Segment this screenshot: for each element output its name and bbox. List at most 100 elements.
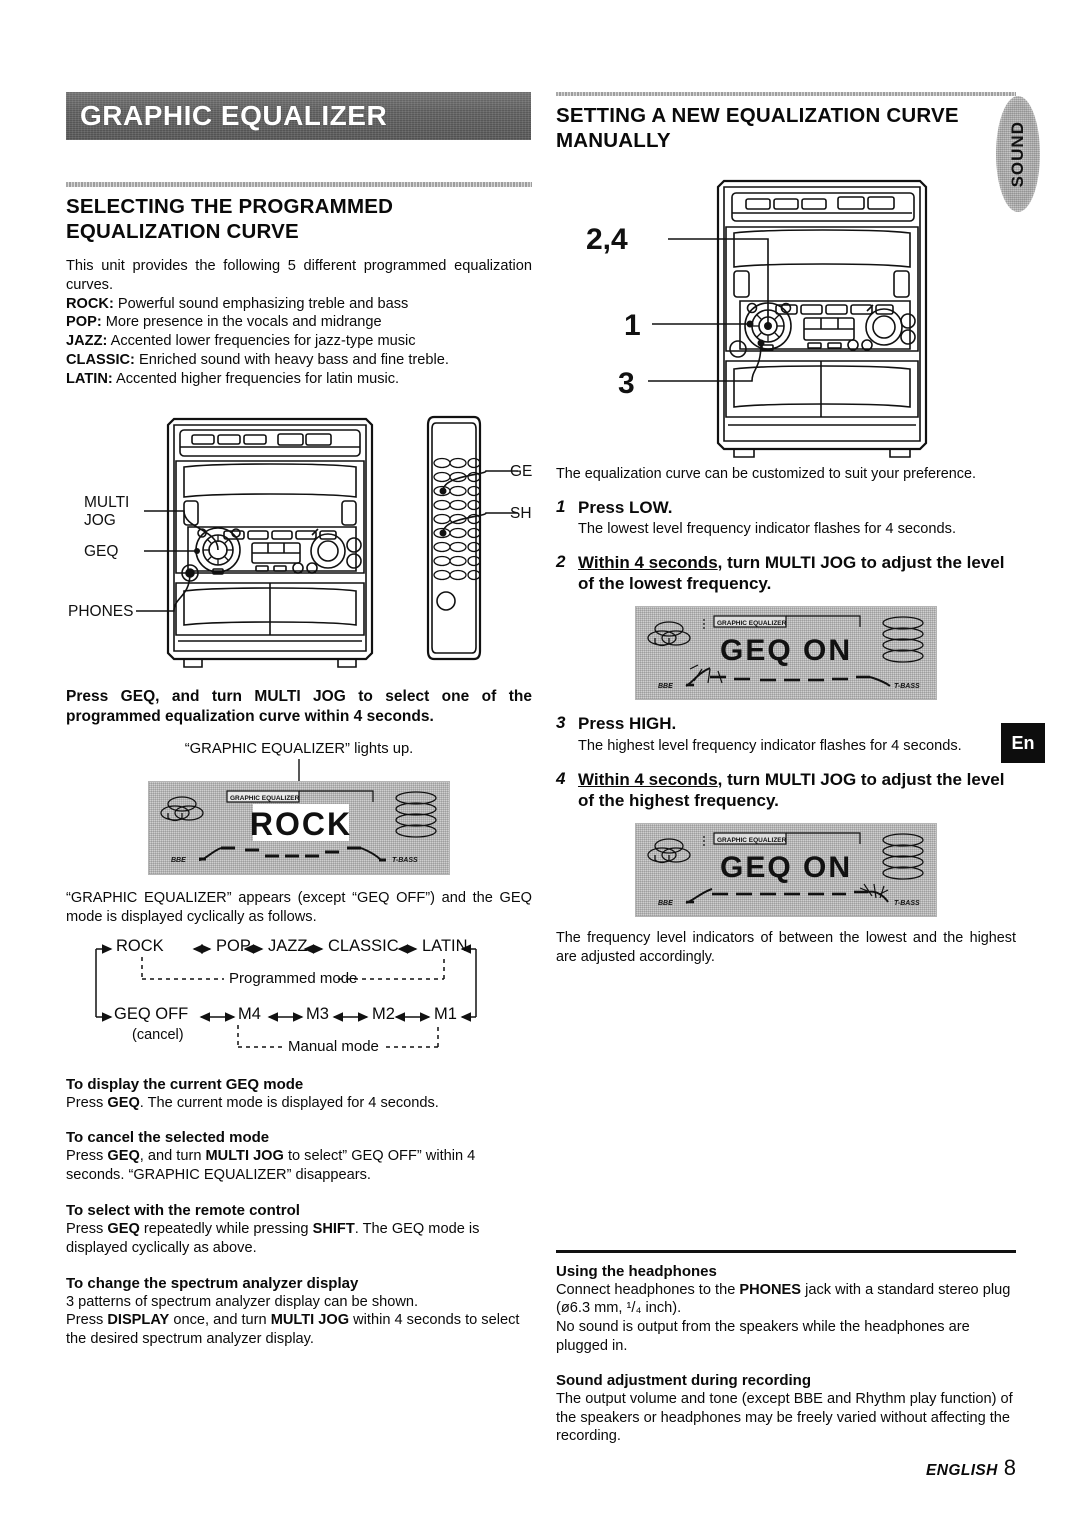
lcd-geq-on-high-group: GRAPHIC EQUALIZER GEQ ON BBE T-BASS: [556, 823, 1016, 918]
subsection-body-line: Press GEQ repeatedly while pressing SHIF…: [66, 1220, 532, 1258]
subsection-body-text: repeatedly while pressing: [139, 1221, 313, 1238]
curve-name: LATIN:: [66, 370, 113, 387]
unit-steps-svg: 2,4 1 3: [586, 179, 928, 458]
note-body: The output volume and tone (except BBE a…: [556, 1390, 1016, 1446]
note-body: Connect headphones to the PHONES jack wi…: [556, 1281, 1016, 1356]
left-column: GRAPHIC EQUALIZER SELECTING THE PROGRAMM…: [66, 92, 555, 1349]
subsection-body-text: Press: [66, 1094, 108, 1111]
subsection-heading: To change the spectrum analyzer display: [66, 1274, 359, 1292]
label-multi: MULTI: [84, 494, 129, 511]
step-4-heading: Within 4 seconds, turn MULTI JOG to adju…: [578, 769, 1016, 812]
lcd-geq-on-low-group: GRAPHIC EQUALIZER GEQ ON BBE T-BASS: [556, 606, 1016, 701]
lcd-panel-geq-on-low: GRAPHIC EQUALIZER GEQ ON BBE T-BASS: [635, 606, 937, 701]
subsection-body-emphasis: MULTI JOG: [270, 1312, 350, 1329]
cycle-cancel-note: (cancel): [132, 1026, 184, 1043]
right-section-heading-text: SETTING A NEW EQUALIZATION CURVE MANUALL…: [556, 104, 959, 152]
step-4-heading-underlined: Within 4 seconds: [578, 769, 718, 789]
lcd-rock-group: “GRAPHIC EQUALIZER” lights up. GRAPHIC E…: [66, 741, 532, 875]
step-3-heading: Press HIGH.: [578, 714, 677, 734]
subsection-body-emphasis: DISPLAY: [107, 1312, 170, 1329]
label-remote-shift: SHIFT: [510, 505, 532, 522]
subsection-heading: To cancel the selected mode: [66, 1129, 270, 1147]
lcd-caption: “GRAPHIC EQUALIZER” lights up.: [184, 740, 414, 757]
cycle-mode-m3: M3: [306, 1004, 329, 1023]
lcd-rock-svg: GRAPHIC EQUALIZER ROCK BBE T-BASS: [160, 790, 437, 864]
step-3-body: The highest level frequency indicator fl…: [578, 737, 962, 754]
note-heading: Using the headphones: [556, 1262, 717, 1280]
cycle-mode-latin: LATIN: [422, 936, 468, 955]
right-after-lcd-paragraph: The frequency level indicators of betwee…: [556, 930, 1016, 965]
subsection-body-text: , and turn: [139, 1148, 206, 1165]
callout-2-4: 2,4: [586, 223, 628, 256]
cycle-mode-jazz: JAZZ: [268, 936, 308, 955]
cycle-mode-geq-off: GEQ OFF: [114, 1004, 189, 1023]
step-2-number: 2: [556, 551, 566, 571]
curve-item: POP: More presence in the vocals and mid…: [66, 313, 532, 332]
curve-item: LATIN: Accented higher frequencies for l…: [66, 370, 532, 389]
step-2-heading-underlined: Within 4 seconds: [578, 552, 718, 572]
left-section-heading: SELECTING THE PROGRAMMED EQUALIZATION CU…: [66, 194, 532, 244]
curve-name: JAZZ:: [66, 333, 108, 350]
notes-divider: [556, 1250, 1016, 1253]
cycle-mode-m1: M1: [434, 1004, 457, 1023]
subsection-body-emphasis: SHIFT: [312, 1221, 355, 1238]
geq-mode-cycle-diagram: ROCK POP JAZZ CLASSIC LATIN GEQ OFF M4 M3 M2 M1 Pr…: [66, 931, 532, 1059]
label-remote-geq: GEQ: [510, 463, 532, 480]
lcd-left-mark-2: BBE: [658, 683, 673, 690]
step-1-number: 1: [556, 496, 566, 516]
unit-and-remote-illustration: GEQ SHIFT MULTI JOG GEQ PHONES: [66, 401, 555, 673]
subsection-body-text: Press: [66, 1312, 108, 1329]
lcd-geq-on-low-svg: GRAPHIC EQUALIZER GEQ ON BBE T-BASS: [647, 615, 924, 690]
right-section-divider-rule: [556, 92, 1016, 96]
curve-description: Accented lower frequencies for jazz-type…: [107, 333, 416, 350]
curve-item: JAZZ: Accented lower frequencies for jaz…: [66, 332, 532, 351]
note-line: No sound is output from the speakers whi…: [556, 1318, 1016, 1356]
subsection-body-text: . The current mode is displayed for 4 se…: [139, 1094, 439, 1111]
subsection-heading: To display the current GEQ mode: [66, 1075, 304, 1093]
left-bold-instruction: Press GEQ, and turn MULTI JOG to select …: [66, 687, 532, 725]
note-heading: Sound adjustment during recording: [556, 1371, 811, 1389]
cycle-mode-m4: M4: [238, 1004, 261, 1023]
step-1: 1 Press LOW. The lowest level frequency …: [556, 497, 1016, 539]
note-text: Connect headphones to the: [556, 1281, 740, 1298]
curve-description: Powerful sound emphasizing treble and ba…: [113, 295, 409, 312]
section-divider-rule: [66, 182, 532, 187]
subsection-body-line: Press DISPLAY once, and turn MULTI JOG w…: [66, 1311, 532, 1349]
callout-1: 1: [624, 309, 641, 342]
note-emphasis: PHONES: [739, 1281, 802, 1298]
curve-item: ROCK: Powerful sound emphasizing treble …: [66, 295, 532, 314]
unit-illustration-steps: 2,4 1 3: [556, 163, 1016, 463]
lcd-indicator-text: GRAPHIC EQUALIZER: [230, 795, 300, 802]
label-unit-geq: GEQ: [84, 543, 118, 560]
curve-item: CLASSIC: Enriched sound with heavy bass …: [66, 351, 532, 370]
lcd-geq-on-high-svg: GRAPHIC EQUALIZER GEQ ON BBE T-BASS: [647, 832, 924, 907]
unit-remote-svg: GEQ SHIFT MULTI JOG GEQ PHONES: [68, 415, 555, 668]
footer-page-number: 8: [1003, 1455, 1016, 1480]
lcd-pointer-line: [298, 758, 300, 781]
cycle-mode-classic: CLASSIC: [328, 936, 399, 955]
lcd-panel-geq-on-high: GRAPHIC EQUALIZER GEQ ON BBE T-BASS: [635, 823, 937, 918]
lcd-main-text-3: GEQ ON: [720, 851, 852, 884]
subsection-body-line: Press GEQ. The current mode is displayed…: [66, 1094, 532, 1113]
subsection-body-emphasis: GEQ: [107, 1221, 140, 1238]
step-2-heading: Within 4 seconds, turn MULTI JOG to adju…: [578, 552, 1016, 595]
step-1-heading: Press LOW.: [578, 497, 673, 517]
label-jog: JOG: [84, 512, 116, 529]
note-text: The output volume and tone (except BBE a…: [556, 1390, 1013, 1445]
step-3-number: 3: [556, 713, 566, 733]
step-1-body: The lowest level frequency indicator fla…: [578, 520, 957, 537]
language-badge-label: En: [1011, 733, 1035, 753]
language-badge-en: En: [1001, 723, 1045, 763]
lcd-left-mark-3: BBE: [658, 900, 673, 907]
curve-name: ROCK:: [66, 295, 114, 312]
step-2: 2 Within 4 seconds, turn MULTI JOG to ad…: [556, 552, 1016, 595]
subsection-body-emphasis: GEQ: [107, 1148, 140, 1165]
note-line: The output volume and tone (except BBE a…: [556, 1390, 1016, 1446]
curve-name: CLASSIC:: [66, 352, 135, 369]
lcd-main-text: ROCK: [250, 806, 352, 842]
right-notes-block: Using the headphones Connect headphones t…: [556, 1250, 1016, 1446]
cycle-mode-m2: M2: [372, 1004, 395, 1023]
subsection-body-text: Press: [66, 1148, 108, 1165]
curve-name: POP:: [66, 314, 102, 331]
subsection-body-line: Press GEQ, and turn MULTI JOG to select”…: [66, 1147, 532, 1185]
